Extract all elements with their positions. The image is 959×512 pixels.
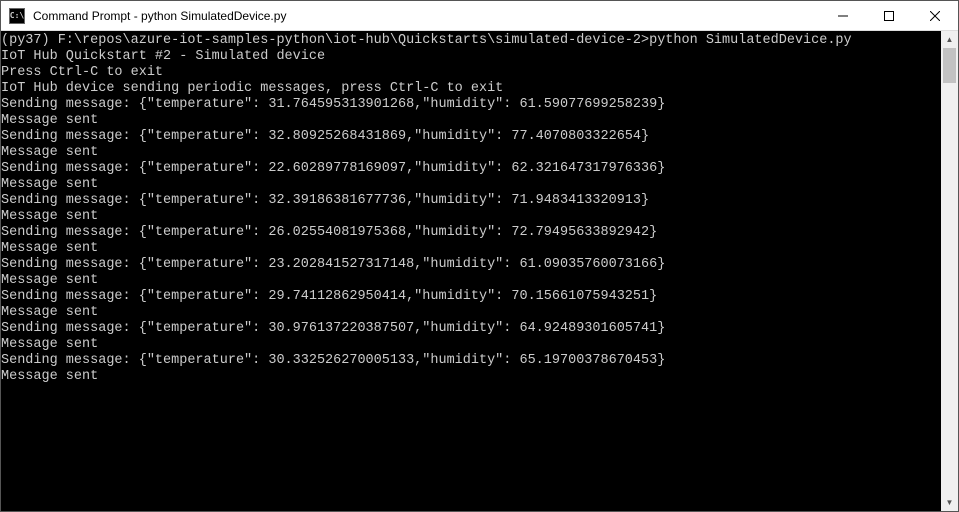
terminal-line: Message sent	[1, 145, 941, 161]
terminal-line: Message sent	[1, 209, 941, 225]
terminal-line: Sending message: {"temperature": 22.6028…	[1, 161, 941, 177]
titlebar[interactable]: C:\ Command Prompt - python SimulatedDev…	[1, 1, 958, 31]
terminal-output[interactable]: (py37) F:\repos\azure-iot-samples-python…	[1, 31, 941, 511]
close-button[interactable]	[912, 1, 958, 30]
scroll-track[interactable]	[941, 48, 958, 494]
terminal-line: Sending message: {"temperature": 23.2028…	[1, 257, 941, 273]
vertical-scrollbar[interactable]: ▲ ▼	[941, 31, 958, 511]
terminal-line: Sending message: {"temperature": 31.7645…	[1, 97, 941, 113]
terminal-area: (py37) F:\repos\azure-iot-samples-python…	[1, 31, 958, 511]
command-prompt-window: C:\ Command Prompt - python SimulatedDev…	[0, 0, 959, 512]
maximize-button[interactable]	[866, 1, 912, 30]
window-title: Command Prompt - python SimulatedDevice.…	[33, 9, 820, 23]
terminal-line: Message sent	[1, 369, 941, 385]
scroll-up-button[interactable]: ▲	[941, 31, 958, 48]
terminal-line: Message sent	[1, 273, 941, 289]
terminal-line: IoT Hub device sending periodic messages…	[1, 81, 941, 97]
scroll-thumb[interactable]	[943, 48, 956, 83]
terminal-line: Sending message: {"temperature": 32.8092…	[1, 129, 941, 145]
window-controls	[820, 1, 958, 30]
terminal-line: Sending message: {"temperature": 26.0255…	[1, 225, 941, 241]
terminal-line: Sending message: {"temperature": 30.9761…	[1, 321, 941, 337]
terminal-line: Sending message: {"temperature": 30.3325…	[1, 353, 941, 369]
terminal-line: Message sent	[1, 241, 941, 257]
minimize-button[interactable]	[820, 1, 866, 30]
terminal-line: Sending message: {"temperature": 29.7411…	[1, 289, 941, 305]
terminal-line: Sending message: {"temperature": 32.3918…	[1, 193, 941, 209]
terminal-line: Press Ctrl-C to exit	[1, 65, 941, 81]
terminal-line: (py37) F:\repos\azure-iot-samples-python…	[1, 33, 941, 49]
terminal-line: Message sent	[1, 305, 941, 321]
terminal-line: Message sent	[1, 113, 941, 129]
scroll-down-button[interactable]: ▼	[941, 494, 958, 511]
terminal-line: Message sent	[1, 177, 941, 193]
terminal-line: Message sent	[1, 337, 941, 353]
terminal-line: IoT Hub Quickstart #2 - Simulated device	[1, 49, 941, 65]
cmd-icon: C:\	[9, 8, 25, 24]
